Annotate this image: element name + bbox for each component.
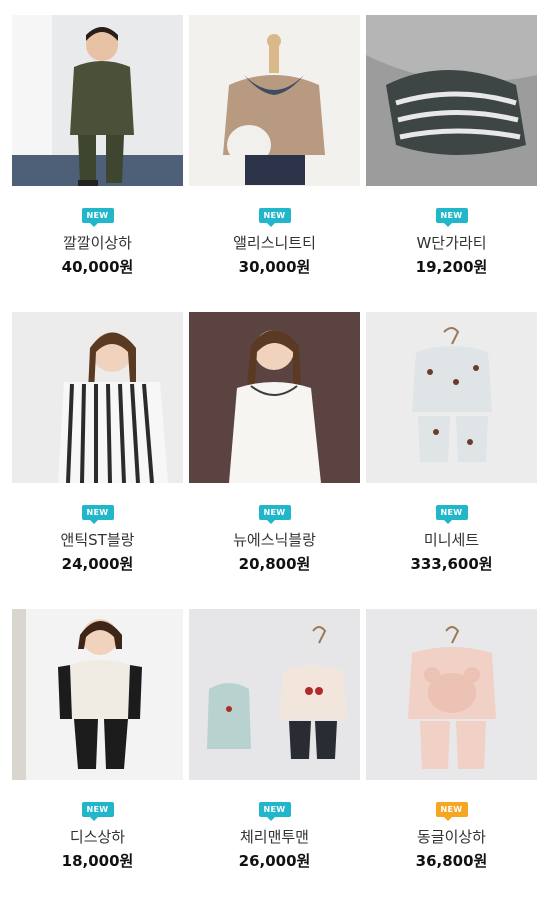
product-price: 20,800원 [238,555,311,573]
product-name[interactable]: 뉴에스닉블랑 [233,530,316,550]
product-card[interactable]: NEW W단가라티 19,200원 [366,15,537,312]
product-price: 30,000원 [238,258,311,276]
new-badge: NEW [435,208,468,227]
product-price: 19,200원 [415,258,488,276]
new-badge: NEW [258,208,291,227]
product-card[interactable]: NEW 디스상하 18,000원 [12,609,183,906]
product-image[interactable] [189,312,360,483]
product-price: 333,600원 [410,555,493,573]
product-name[interactable]: 미니세트 [424,530,479,550]
product-grid: NEW 깔깔이상하 40,000원 NEW 앨리스니트티 30,000원 NEW… [12,15,537,906]
product-image[interactable] [12,609,183,780]
new-badge: NEW [258,802,291,821]
product-card[interactable]: NEW 앨리스니트티 30,000원 [189,15,360,312]
product-price: 24,000원 [61,555,134,573]
product-card[interactable]: NEW 앤틱ST블랑 24,000원 [12,312,183,609]
product-image[interactable] [366,15,537,186]
new-badge: NEW [435,802,468,821]
product-card[interactable]: NEW 동글이상하 36,800원 [366,609,537,906]
product-image[interactable] [12,15,183,186]
product-name[interactable]: 동글이상하 [417,827,486,847]
product-card[interactable]: NEW 깔깔이상하 40,000원 [12,15,183,312]
product-image[interactable] [189,609,360,780]
new-badge: NEW [435,505,468,524]
product-card[interactable]: NEW 체리맨투맨 26,000원 [189,609,360,906]
product-card[interactable]: NEW 뉴에스닉블랑 20,800원 [189,312,360,609]
product-name[interactable]: 앤틱ST블랑 [61,530,135,550]
new-badge: NEW [81,505,114,524]
product-name[interactable]: W단가라티 [416,233,486,253]
product-price: 26,000원 [238,852,311,870]
product-image[interactable] [189,15,360,186]
product-name[interactable]: 앨리스니트티 [233,233,316,253]
new-badge: NEW [81,208,114,227]
product-name[interactable]: 체리맨투맨 [240,827,309,847]
product-price: 18,000원 [61,852,134,870]
product-image[interactable] [366,312,537,483]
new-badge: NEW [81,802,114,821]
product-name[interactable]: 깔깔이상하 [63,233,132,253]
product-image[interactable] [366,609,537,780]
product-price: 40,000원 [61,258,134,276]
product-card[interactable]: NEW 미니세트 333,600원 [366,312,537,609]
product-price: 36,800원 [415,852,488,870]
new-badge: NEW [258,505,291,524]
product-image[interactable] [12,312,183,483]
product-name[interactable]: 디스상하 [70,827,125,847]
